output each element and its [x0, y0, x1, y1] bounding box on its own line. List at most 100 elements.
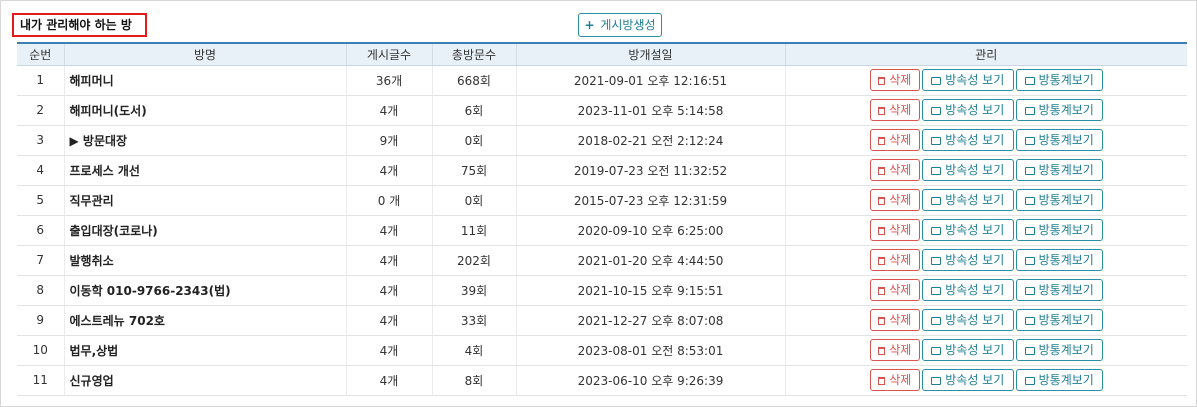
view-info-label: 방속성 보기 — [945, 313, 1005, 327]
header-name[interactable]: 방명 — [63, 42, 346, 66]
folder-icon — [1024, 107, 1035, 115]
folder-icon — [931, 227, 942, 235]
header-no[interactable]: 순번 — [17, 42, 64, 66]
header-manage: 관리 — [784, 42, 1187, 66]
visit-count: 0회 — [431, 185, 516, 216]
delete-label: 삭제 — [889, 133, 912, 147]
delete-button[interactable]: 삭제 — [869, 249, 920, 271]
room-name[interactable]: 직무관리 — [63, 185, 346, 216]
create-room-button[interactable]: + 게시방생성 — [578, 13, 662, 37]
manage-cell: 삭제 방속성 보기 방통계보기 — [784, 155, 1187, 186]
room-table: 순번 방명 게시글수 총방문수 방개설일 관리 1 해피머니 36개 668회 2021… — [17, 42, 1187, 396]
view-stats-label: 방통계보기 — [1038, 313, 1094, 327]
room-name[interactable]: 신규영업 — [63, 365, 346, 396]
row-number: 2 — [17, 95, 64, 126]
view-stats-button[interactable]: 방통계보기 — [1015, 369, 1103, 391]
trash-icon — [878, 287, 886, 295]
view-info-button[interactable]: 방속성 보기 — [921, 219, 1014, 241]
header-posts[interactable]: 게시글수 — [345, 42, 432, 66]
delete-button[interactable]: 삭제 — [869, 69, 920, 91]
view-info-button[interactable]: 방속성 보기 — [921, 309, 1014, 331]
trash-icon — [878, 77, 886, 85]
view-stats-button[interactable]: 방통계보기 — [1015, 339, 1103, 361]
trash-icon — [878, 317, 886, 325]
table-row: 3 ▶ 방문대장 9개 0회 2018-02-21 오전 2:12:24 삭제 방속성 보기… — [17, 125, 1187, 156]
folder-icon — [1024, 377, 1035, 385]
view-info-button[interactable]: 방속성 보기 — [921, 159, 1014, 181]
view-stats-button[interactable]: 방통계보기 — [1015, 159, 1103, 181]
created-date: 2021-12-27 오후 8:07:08 — [515, 305, 785, 336]
view-info-button[interactable]: 방속성 보기 — [921, 369, 1014, 391]
view-stats-button[interactable]: 방통계보기 — [1015, 219, 1103, 241]
table-row: 11 신규영업 4개 8회 2023-06-10 오후 9:26:39 삭제 방속성 보기 방… — [17, 365, 1187, 396]
header-created[interactable]: 방개설일 — [515, 42, 785, 66]
room-name[interactable]: 해피머니 — [63, 65, 346, 96]
table-row: 1 해피머니 36개 668회 2021-09-01 오후 12:16:51 삭제 방속성 … — [17, 65, 1187, 96]
trash-icon — [878, 137, 886, 145]
delete-button[interactable]: 삭제 — [869, 189, 920, 211]
view-stats-label: 방통계보기 — [1038, 73, 1094, 87]
row-number: 6 — [17, 215, 64, 246]
view-info-button[interactable]: 방속성 보기 — [921, 99, 1014, 121]
folder-icon — [931, 317, 942, 325]
row-number: 3 — [17, 125, 64, 156]
view-info-button[interactable]: 방속성 보기 — [921, 129, 1014, 151]
folder-icon — [1024, 137, 1035, 145]
room-name[interactable]: 법무,상법 — [63, 335, 346, 366]
delete-button[interactable]: 삭제 — [869, 339, 920, 361]
view-info-label: 방속성 보기 — [945, 343, 1005, 357]
view-info-button[interactable]: 방속성 보기 — [921, 249, 1014, 271]
manage-cell: 삭제 방속성 보기 방통계보기 — [784, 365, 1187, 396]
view-info-label: 방속성 보기 — [945, 193, 1005, 207]
view-info-label: 방속성 보기 — [945, 103, 1005, 117]
table-row: 5 직무관리 0 개 0회 2015-07-23 오후 12:31:59 삭제 방속성 보기… — [17, 185, 1187, 216]
view-stats-button[interactable]: 방통계보기 — [1015, 129, 1103, 151]
delete-button[interactable]: 삭제 — [869, 279, 920, 301]
view-stats-button[interactable]: 방통계보기 — [1015, 279, 1103, 301]
post-count: 4개 — [345, 155, 432, 186]
delete-button[interactable]: 삭제 — [869, 219, 920, 241]
view-info-button[interactable]: 방속성 보기 — [921, 279, 1014, 301]
page-frame: 내가 관리해야 하는 방 + 게시방생성 순번 방명 게시글수 총방문수 방개설… — [0, 0, 1197, 407]
view-stats-button[interactable]: 방통계보기 — [1015, 99, 1103, 121]
row-number: 5 — [17, 185, 64, 216]
manage-cell: 삭제 방속성 보기 방통계보기 — [784, 185, 1187, 216]
trash-icon — [878, 167, 886, 175]
delete-button[interactable]: 삭제 — [869, 309, 920, 331]
room-name[interactable]: 해피머니(도서) — [63, 95, 346, 126]
header-visits[interactable]: 총방문수 — [431, 42, 516, 66]
view-info-button[interactable]: 방속성 보기 — [921, 339, 1014, 361]
view-stats-button[interactable]: 방통계보기 — [1015, 69, 1103, 91]
visit-count: 75회 — [431, 155, 516, 186]
view-stats-button[interactable]: 방통계보기 — [1015, 249, 1103, 271]
view-info-button[interactable]: 방속성 보기 — [921, 189, 1014, 211]
view-stats-button[interactable]: 방통계보기 — [1015, 309, 1103, 331]
view-info-label: 방속성 보기 — [945, 163, 1005, 177]
created-date: 2021-10-15 오후 9:15:51 — [515, 275, 785, 306]
created-date: 2021-01-20 오후 4:44:50 — [515, 245, 785, 276]
room-name[interactable]: 프로세스 개선 — [63, 155, 346, 186]
room-table-container: 순번 방명 게시글수 총방문수 방개설일 관리 1 해피머니 36개 668회 2021… — [17, 42, 1187, 396]
room-name[interactable]: 출입대장(코로나) — [63, 215, 346, 246]
view-stats-button[interactable]: 방통계보기 — [1015, 189, 1103, 211]
folder-icon — [931, 197, 942, 205]
delete-button[interactable]: 삭제 — [869, 129, 920, 151]
delete-label: 삭제 — [889, 223, 912, 237]
room-name[interactable]: 발행취소 — [63, 245, 346, 276]
created-date: 2023-06-10 오후 9:26:39 — [515, 365, 785, 396]
delete-button[interactable]: 삭제 — [869, 159, 920, 181]
room-name[interactable]: 에스트레뉴 702호 — [63, 305, 346, 336]
room-name[interactable]: 이동학 010-9766-2343(법) — [63, 275, 346, 306]
view-info-button[interactable]: 방속성 보기 — [921, 69, 1014, 91]
trash-icon — [878, 197, 886, 205]
delete-button[interactable]: 삭제 — [869, 99, 920, 121]
folder-icon — [931, 347, 942, 355]
delete-button[interactable]: 삭제 — [869, 369, 920, 391]
folder-icon — [931, 377, 942, 385]
created-date: 2023-11-01 오후 5:14:58 — [515, 95, 785, 126]
row-number: 4 — [17, 155, 64, 186]
post-count: 36개 — [345, 65, 432, 96]
room-name[interactable]: ▶ 방문대장 — [63, 125, 346, 156]
view-stats-label: 방통계보기 — [1038, 133, 1094, 147]
visit-count: 0회 — [431, 125, 516, 156]
